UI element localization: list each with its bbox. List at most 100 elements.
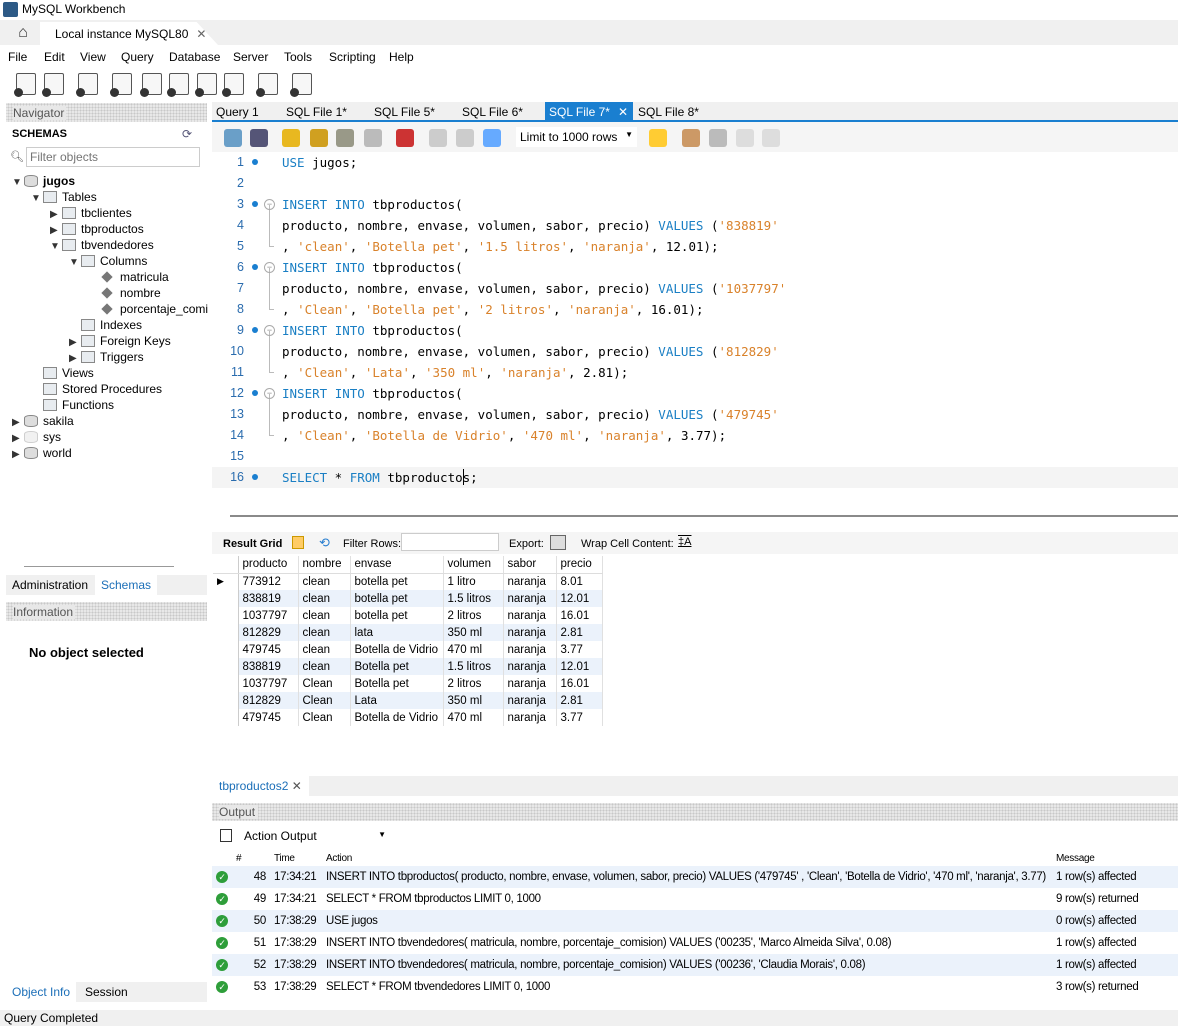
cell-envase[interactable]: Botella de Vidrio [350, 641, 444, 658]
cell-producto[interactable]: 838819 [238, 590, 299, 607]
table-row[interactable]: ▶ 773912 clean botella pet 1 litro naranja 8.0… [213, 573, 603, 590]
table-row[interactable]: 812829 clean lata 350 ml naranja 2.81 [213, 624, 603, 641]
cell-volumen[interactable]: 1.5 litros [443, 658, 504, 675]
column-header-precio[interactable]: precio [556, 556, 603, 574]
cell-producto[interactable]: 812829 [238, 692, 299, 709]
column-header-sabor[interactable]: sabor [503, 556, 557, 574]
fold-toggle-icon[interactable]: − [264, 199, 275, 210]
menu-server[interactable]: Server [233, 50, 268, 64]
cell-precio[interactable]: 12.01 [556, 590, 603, 607]
output-row[interactable]: ✓ 53 17:38:29 SELECT * FROM tbvendedores LI… [212, 976, 1178, 998]
query-tab[interactable]: SQL File 5* [370, 102, 439, 121]
column-header-action[interactable]: Action [322, 850, 1052, 866]
tree-item-tbproductos[interactable]: ▶ tbproductos [50, 221, 144, 237]
result-tab[interactable]: tbproductos2 ✕ [212, 776, 309, 796]
tree-item-matricula[interactable]: matricula [88, 269, 169, 285]
code-line[interactable]: 7 producto, nombre, envase, volumen, sabo… [212, 278, 1178, 299]
cell-precio[interactable]: 3.77 [556, 641, 603, 658]
save-icon[interactable] [250, 129, 268, 147]
cell-envase[interactable]: botella pet [350, 573, 444, 590]
cell-volumen[interactable]: 1.5 litros [443, 590, 504, 607]
cell-sabor[interactable]: naranja [503, 607, 557, 624]
column-header-number[interactable]: # [232, 850, 270, 866]
open-sql-script-icon[interactable] [42, 73, 64, 97]
query-tab[interactable]: SQL File 8* [634, 102, 703, 121]
new-sql-tab-icon[interactable] [14, 73, 36, 97]
execute-icon[interactable] [282, 129, 300, 147]
editor-results-splitter[interactable] [230, 515, 1178, 517]
add-snippet-icon[interactable] [649, 129, 667, 147]
menu-database[interactable]: Database [169, 50, 220, 64]
output-row[interactable]: ✓ 52 17:38:29 INSERT INTO tbvendedores( mat… [212, 954, 1178, 976]
code-line[interactable]: 9 − INSERT INTO tbproductos( [212, 320, 1178, 341]
table-row[interactable]: 479745 clean Botella de Vidrio 470 ml naranj… [213, 641, 603, 658]
cell-precio[interactable]: 3.77 [556, 709, 603, 726]
cell-precio[interactable]: 12.01 [556, 658, 603, 675]
cell-producto[interactable]: 812829 [238, 624, 299, 641]
cell-nombre[interactable]: clean [298, 624, 351, 641]
tree-item-nombre[interactable]: nombre [88, 285, 161, 301]
tree-item-functions[interactable]: Functions [31, 397, 114, 413]
row-header[interactable] [213, 590, 239, 607]
cell-nombre[interactable]: clean [298, 607, 351, 624]
tab-session[interactable]: Session [79, 982, 134, 1002]
menu-scripting[interactable]: Scripting [329, 50, 376, 64]
search-table-data-icon[interactable] [256, 73, 278, 97]
cell-nombre[interactable]: Clean [298, 692, 351, 709]
code-line[interactable]: 15 [212, 446, 1178, 467]
refresh-icon[interactable]: ⟲ [319, 535, 330, 551]
output-row[interactable]: ✓ 48 17:34:21 INSERT INTO tbproductos( prod… [212, 866, 1178, 888]
column-header-producto[interactable]: producto [238, 556, 299, 574]
tab-object-info[interactable]: Object Info [6, 982, 77, 1002]
cell-producto[interactable]: 479745 [238, 641, 299, 658]
cell-volumen[interactable]: 350 ml [443, 624, 504, 641]
rollback-icon[interactable] [456, 129, 474, 147]
create-view-icon[interactable] [167, 73, 189, 97]
cell-envase[interactable]: botella pet [350, 607, 444, 624]
column-header-time[interactable]: Time [270, 850, 322, 866]
column-header-message[interactable]: Message [1052, 850, 1178, 866]
code-line[interactable]: 3 − INSERT INTO tbproductos( [212, 194, 1178, 215]
tree-item-world[interactable]: ▶ world [12, 445, 72, 461]
cell-producto[interactable]: 773912 [238, 573, 299, 590]
autocommit-icon[interactable] [483, 129, 501, 147]
code-line[interactable]: 14, 'Clean', 'Botella de Vidrio', '470 m… [212, 425, 1178, 446]
cell-envase[interactable]: Botella pet [350, 675, 444, 692]
collapse-arrow-icon[interactable]: ▼ [69, 255, 81, 271]
cell-sabor[interactable]: naranja [503, 624, 557, 641]
cell-envase[interactable]: Lata [350, 692, 444, 709]
current-row-arrow-icon[interactable]: ▶ [213, 573, 239, 590]
tree-item-jugos[interactable]: ▼ jugos [12, 173, 75, 189]
row-header[interactable] [213, 624, 239, 641]
cell-sabor[interactable]: naranja [503, 641, 557, 658]
tree-item-porcentaje_comi[interactable]: porcentaje_comi [88, 301, 208, 317]
row-header[interactable] [213, 709, 239, 726]
table-row[interactable]: 812829 Clean Lata 350 ml naranja 2.81 [213, 692, 603, 709]
menu-file[interactable]: File [8, 50, 27, 64]
cell-precio[interactable]: 16.01 [556, 675, 603, 692]
menu-help[interactable]: Help [389, 50, 414, 64]
column-header-envase[interactable]: envase [350, 556, 444, 574]
menu-tools[interactable]: Tools [284, 50, 312, 64]
close-icon[interactable]: ✕ [292, 779, 302, 793]
cell-envase[interactable]: Botella de Vidrio [350, 709, 444, 726]
reconnect-icon[interactable] [290, 73, 312, 97]
cell-producto[interactable]: 838819 [238, 658, 299, 675]
collapse-arrow-icon[interactable]: ▼ [50, 239, 62, 255]
fold-toggle-icon[interactable]: − [264, 388, 275, 399]
expand-arrow-icon[interactable]: ▶ [12, 447, 24, 463]
tree-item-indexes[interactable]: Indexes [69, 317, 142, 333]
cell-volumen[interactable]: 470 ml [443, 641, 504, 658]
open-file-icon[interactable] [224, 129, 242, 147]
collapse-arrow-icon[interactable]: ▼ [12, 175, 24, 191]
cell-precio[interactable]: 8.01 [556, 573, 603, 590]
column-header-volumen[interactable]: volumen [443, 556, 504, 574]
code-line[interactable]: 8, 'Clean', 'Botella pet', '2 litros', '… [212, 299, 1178, 320]
output-row[interactable]: ✓ 51 17:38:29 INSERT INTO tbvendedores( mat… [212, 932, 1178, 954]
fold-toggle-icon[interactable]: − [264, 262, 275, 273]
toggle-error-icon[interactable] [396, 129, 414, 147]
cell-producto[interactable]: 1037797 [238, 675, 299, 692]
cell-sabor[interactable]: naranja [503, 658, 557, 675]
code-line[interactable]: 10 producto, nombre, envase, volumen, sab… [212, 341, 1178, 362]
cell-volumen[interactable]: 2 litros [443, 675, 504, 692]
